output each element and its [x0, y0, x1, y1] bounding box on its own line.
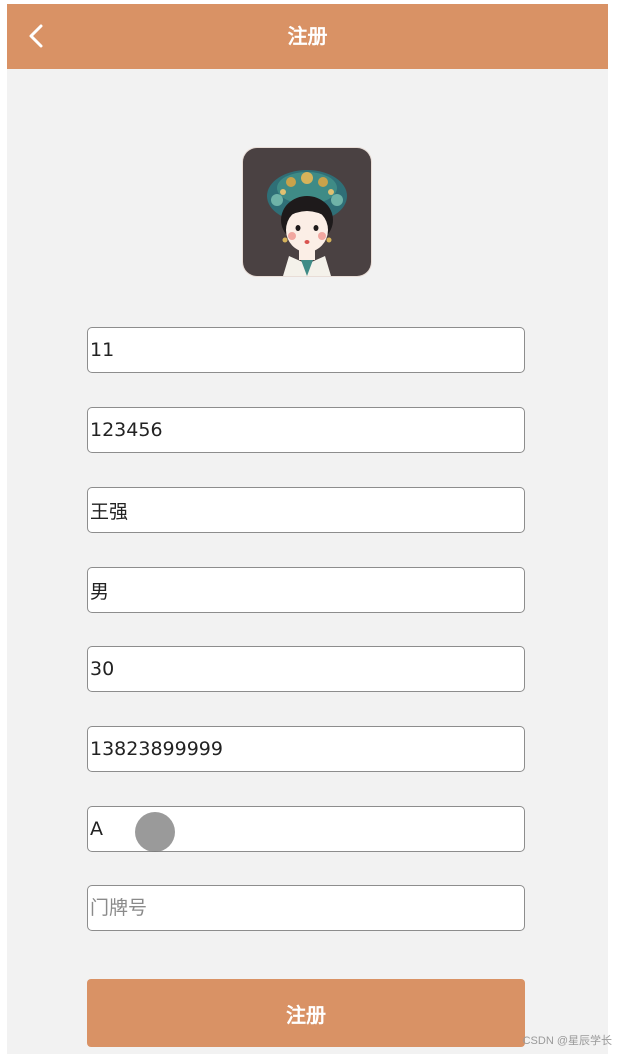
avatar[interactable] — [243, 148, 371, 276]
touch-indicator — [135, 812, 175, 852]
avatar-illustration — [267, 170, 347, 276]
password-field[interactable] — [87, 407, 525, 453]
header-bar: 注册 — [7, 4, 608, 69]
age-field[interactable] — [87, 646, 525, 692]
page-title: 注册 — [287, 24, 328, 48]
door-number-field[interactable] — [87, 885, 525, 931]
watermark: CSDN @星辰学长 — [522, 1035, 612, 1047]
phone-field[interactable] — [87, 726, 525, 772]
gender-field[interactable] — [87, 567, 525, 613]
register-button[interactable]: 注册 — [87, 979, 525, 1047]
name-field[interactable] — [87, 487, 525, 533]
register-screen: 注册 11 123456 王强 男 30 13823899999 A 门牌号 注… — [7, 4, 608, 1054]
username-field[interactable] — [87, 327, 525, 373]
